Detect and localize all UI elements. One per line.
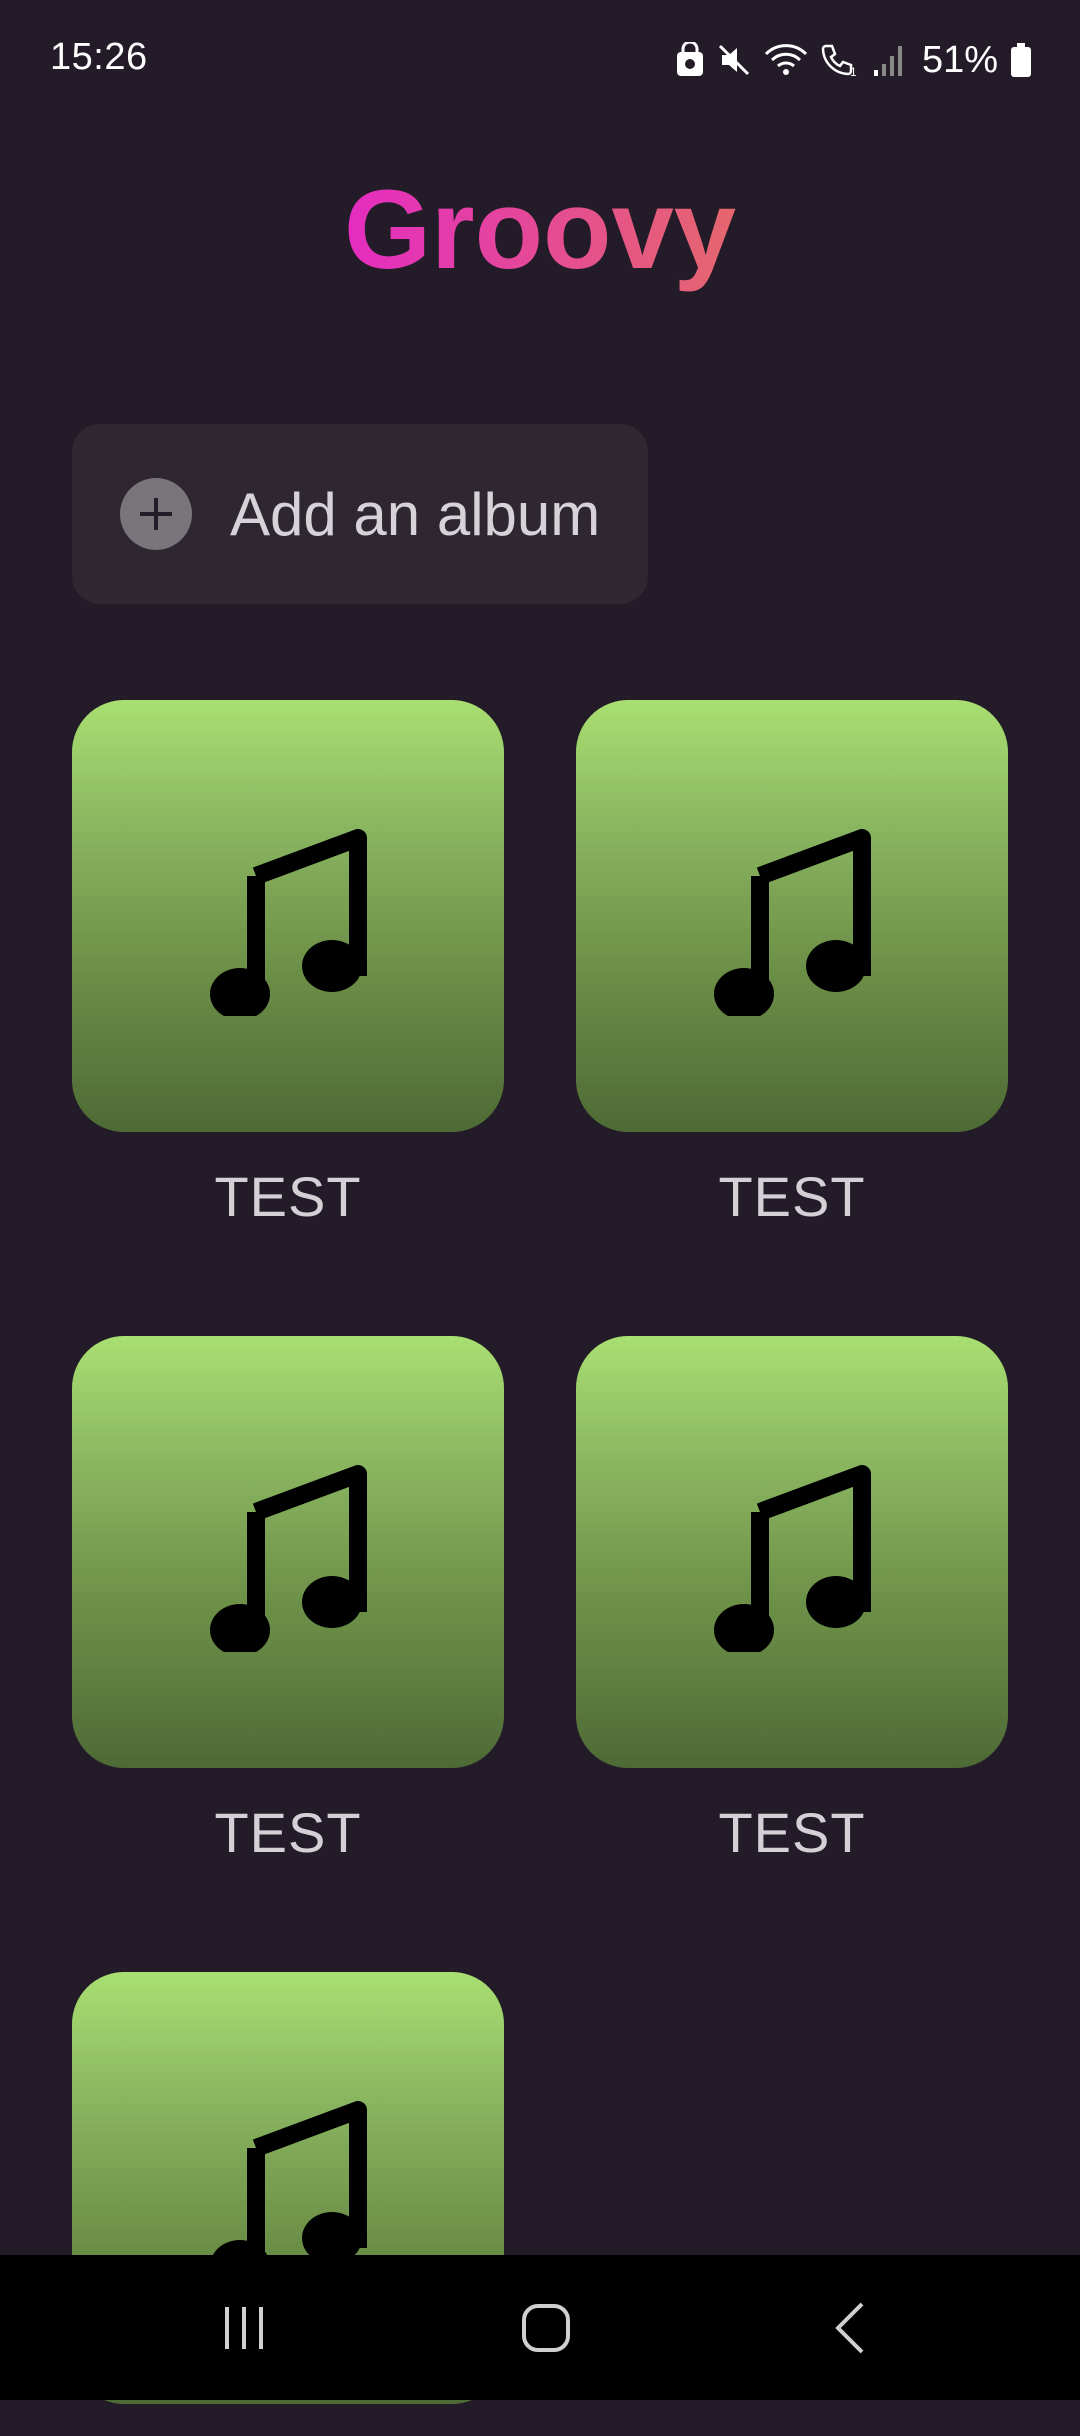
status-icons: 1 51% xyxy=(676,36,1032,84)
plus-icon xyxy=(120,478,192,550)
home-button[interactable] xyxy=(466,2255,626,2400)
album-cover xyxy=(72,1336,504,1768)
signal-icon xyxy=(872,42,906,78)
lock-screen-icon xyxy=(676,42,704,78)
mute-icon xyxy=(716,42,752,78)
album-title: TEST xyxy=(718,1165,866,1228)
music-note-icon xyxy=(210,829,367,1016)
music-note-icon xyxy=(714,1465,871,1652)
app-title-text: Groovy xyxy=(343,167,737,292)
battery-percent: 51% xyxy=(921,38,998,81)
album-cover xyxy=(72,700,504,1132)
status-bar: 15:26 1 51% xyxy=(0,0,1080,120)
album-card[interactable]: TEST xyxy=(576,700,1008,1229)
navigation-bar xyxy=(0,2255,1080,2400)
album-card[interactable]: TEST xyxy=(72,700,504,1229)
home-icon xyxy=(522,2303,570,2352)
status-time: 15:26 xyxy=(50,36,148,78)
add-album-button[interactable]: Add an album xyxy=(72,424,648,604)
back-icon xyxy=(835,2302,864,2353)
svg-text:1: 1 xyxy=(850,65,857,78)
wifi-icon xyxy=(764,42,808,78)
back-button[interactable] xyxy=(770,2255,930,2400)
album-card[interactable]: TEST xyxy=(576,1336,1008,1865)
wifi-calling-icon: 1 xyxy=(820,42,860,78)
recent-apps-icon xyxy=(225,2306,263,2349)
album-title: TEST xyxy=(214,1165,362,1228)
album-title: TEST xyxy=(214,1801,362,1864)
recent-apps-button[interactable] xyxy=(164,2255,324,2400)
album-cover xyxy=(576,700,1008,1132)
album-title: TEST xyxy=(718,1801,866,1864)
app-title: Groovy xyxy=(0,170,1080,290)
album-card[interactable]: TEST xyxy=(72,1336,504,1865)
battery-icon xyxy=(1010,42,1032,78)
add-album-label: Add an album xyxy=(230,480,601,548)
music-note-icon xyxy=(714,829,871,1016)
album-cover xyxy=(576,1336,1008,1768)
music-note-icon xyxy=(210,1465,367,1652)
